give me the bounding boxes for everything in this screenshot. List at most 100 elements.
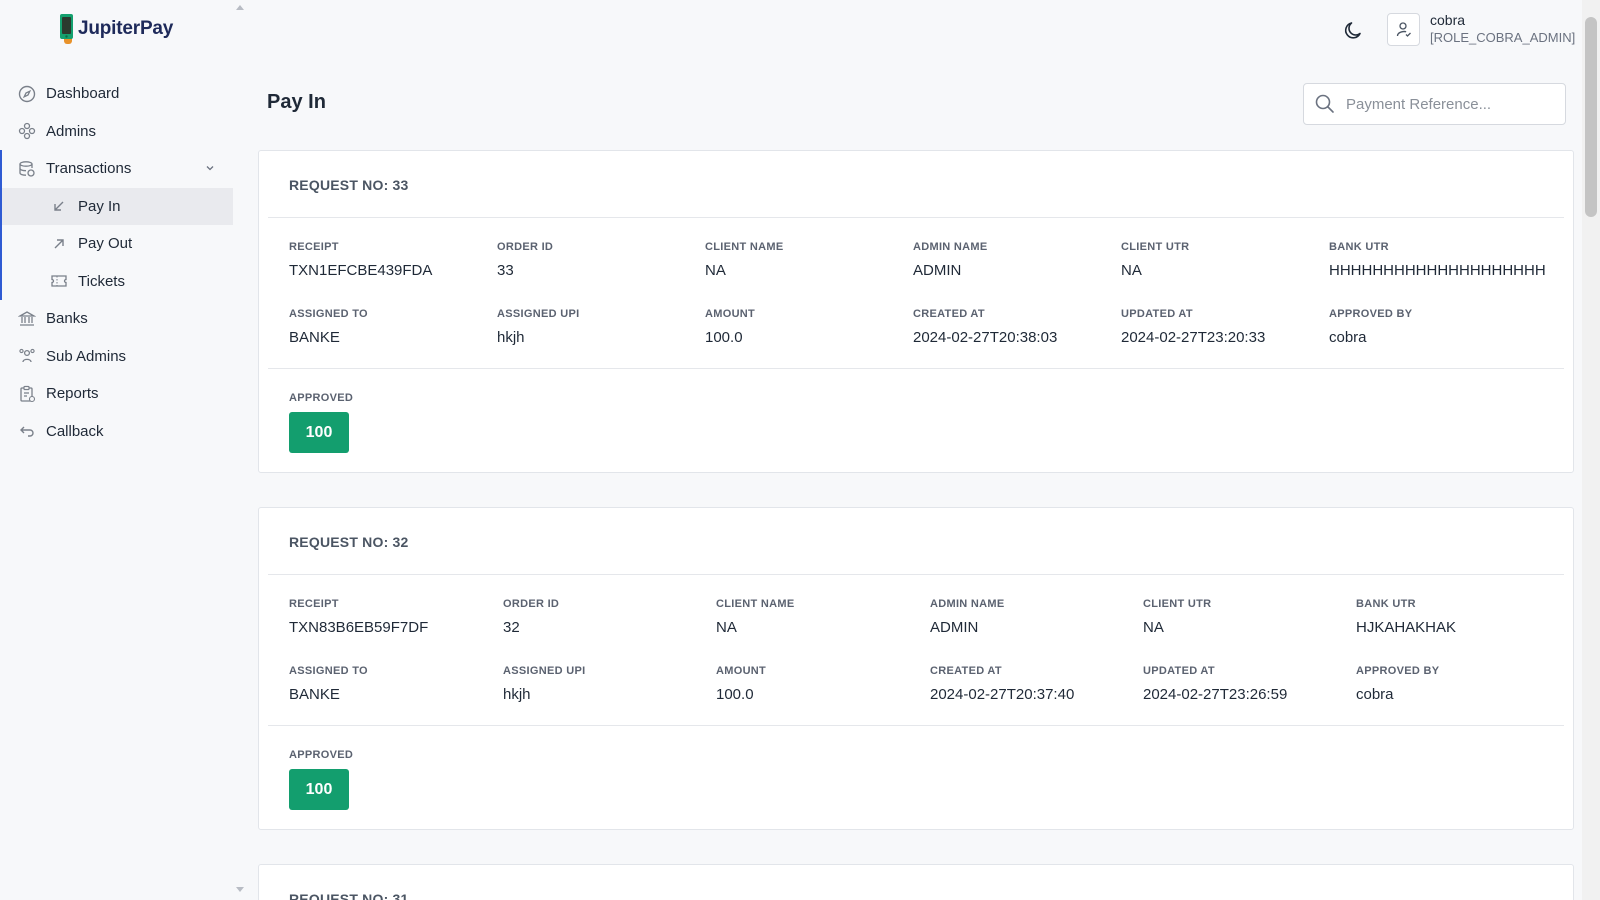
search-box[interactable] [1303,83,1566,125]
field-label: RECEIPT [289,241,339,253]
field-label: RECEIPT [289,598,339,610]
user-info: cobra [ROLE_COBRA_ADMIN] [1430,12,1575,46]
request-card: REQUEST NO: 33 RECEIPT TXN1EFCBE439FDA O… [258,150,1574,473]
compass-icon [18,85,36,103]
field-label: BANK UTR [1329,241,1389,253]
field-value: hkjh [497,329,525,346]
field-label: ADMIN NAME [930,598,1005,610]
sidebar-item-sub-admins[interactable]: Sub Admins [0,338,233,376]
divider [268,217,1564,218]
field-value: 2024-02-27T23:20:33 [1121,329,1266,346]
field-updated-at: UPDATED AT 2024-02-27T23:26:59 [1143,665,1287,703]
approved-amount-button[interactable]: 100 [289,412,349,453]
field-created-at: CREATED AT 2024-02-27T20:37:40 [930,665,1074,703]
phone-logo-icon [60,14,73,44]
field-assigned-to: ASSIGNED TO BANKE [289,665,368,703]
field-value: NA [716,619,737,636]
field-order-id: ORDER ID 32 [503,598,559,636]
field-label: CLIENT UTR [1143,598,1212,610]
sidebar-scroll-up-arrow[interactable] [236,5,244,10]
user-role: [ROLE_COBRA_ADMIN] [1430,30,1576,45]
arrow-up-right-icon [50,235,68,253]
field-created-at: CREATED AT 2024-02-27T20:38:03 [913,308,1057,346]
field-client-utr: CLIENT UTR NA [1121,241,1189,279]
scrollbar-thumb[interactable] [1585,17,1597,217]
sidebar-scroll-down-arrow[interactable] [236,887,244,892]
field-value: cobra [1356,686,1394,703]
field-value: 100.0 [716,686,754,703]
users-icon [18,347,36,365]
sidebar-item-banks[interactable]: Banks [0,300,233,338]
return-arrow-icon [18,422,36,440]
sidebar-item-label: Transactions [46,160,132,178]
divider [268,725,1564,726]
sidebar: JupiterPay Dashboard Admins Transactions [0,0,244,900]
field-receipt: RECEIPT TXN83B6EB59F7DF [289,598,428,636]
divider [268,574,1564,575]
field-value: 2024-02-27T20:37:40 [930,686,1075,703]
field-value: 2024-02-27T23:26:59 [1143,686,1288,703]
field-client-name: CLIENT NAME NA [705,241,783,279]
status-label: APPROVED [289,392,354,404]
field-assigned-upi: ASSIGNED UPI hkjh [503,665,585,703]
field-value: TXN1EFCBE439FDA [289,262,433,279]
field-label: APPROVED BY [1329,308,1413,320]
sidebar-item-pay-in[interactable]: Pay In [2,187,233,225]
sidebar-item-tickets[interactable]: Tickets [2,263,233,301]
field-admin-name: ADMIN NAME ADMIN [913,241,988,279]
sidebar-item-admins[interactable]: Admins [0,113,233,151]
ticket-icon [50,272,68,290]
sidebar-item-reports[interactable]: Reports [0,375,233,413]
field-value: 2024-02-27T20:38:03 [913,329,1058,346]
request-title: REQUEST NO: 32 [289,534,409,550]
field-client-name: CLIENT NAME NA [716,598,794,636]
field-label: CLIENT NAME [716,598,795,610]
sidebar-item-transactions[interactable]: Transactions [2,150,233,188]
sidebar-item-label: Reports [46,385,99,403]
bank-icon [18,310,36,328]
sidebar-nav: Dashboard Admins Transactions Pay In Pay… [0,75,233,450]
field-label: ASSIGNED UPI [503,665,586,677]
approved-amount-button[interactable]: 100 [289,769,349,810]
brand-name: JupiterPay [78,18,174,39]
field-label: CREATED AT [913,308,985,320]
sidebar-item-dashboard[interactable]: Dashboard [0,75,233,113]
sidebar-item-label: Callback [46,422,104,440]
sidebar-item-callback[interactable]: Callback [0,413,233,451]
request-title: REQUEST NO: 33 [289,177,409,193]
sidebar-item-label: Tickets [78,272,125,290]
chevron-down-icon[interactable] [205,163,215,173]
field-amount: AMOUNT 100.0 [705,308,755,346]
divider [268,368,1564,369]
field-label: ASSIGNED TO [289,308,368,320]
user-menu[interactable]: cobra [ROLE_COBRA_ADMIN] [1387,12,1575,46]
payment-reference-search-input[interactable] [1346,95,1546,113]
field-value: 33 [497,262,514,279]
field-assigned-upi: ASSIGNED UPI hkjh [497,308,579,346]
clipboard-icon [18,385,36,403]
field-value: 100.0 [705,329,743,346]
user-avatar-icon[interactable] [1387,12,1420,46]
field-label: UPDATED AT [1121,308,1193,320]
field-label: CREATED AT [930,665,1002,677]
field-receipt: RECEIPT TXN1EFCBE439FDA [289,241,432,279]
field-approved-by: APPROVED BY cobra [1329,308,1412,346]
field-bank-utr: BANK UTR HJKAHAKHAK [1356,598,1456,636]
field-admin-name: ADMIN NAME ADMIN [930,598,1005,636]
field-value: NA [705,262,726,279]
page-scrollbar[interactable] [1582,0,1600,900]
field-value: HHHHHHHHHHHHHHHHHHHH [1329,262,1546,279]
brand-logo[interactable]: JupiterPay [58,14,173,44]
field-value: NA [1121,262,1142,279]
arrow-down-left-icon [50,197,68,215]
page-title: Pay In [267,91,326,113]
request-card: REQUEST NO: 31 [258,864,1574,900]
field-label: CLIENT UTR [1121,241,1190,253]
field-label: ASSIGNED TO [289,665,368,677]
search-icon [1315,94,1334,113]
field-amount: AMOUNT 100.0 [716,665,766,703]
sidebar-item-label: Admins [46,122,97,140]
sidebar-item-pay-out[interactable]: Pay Out [2,225,233,263]
dark-mode-toggle-moon-icon[interactable] [1343,19,1365,41]
field-assigned-to: ASSIGNED TO BANKE [289,308,368,346]
